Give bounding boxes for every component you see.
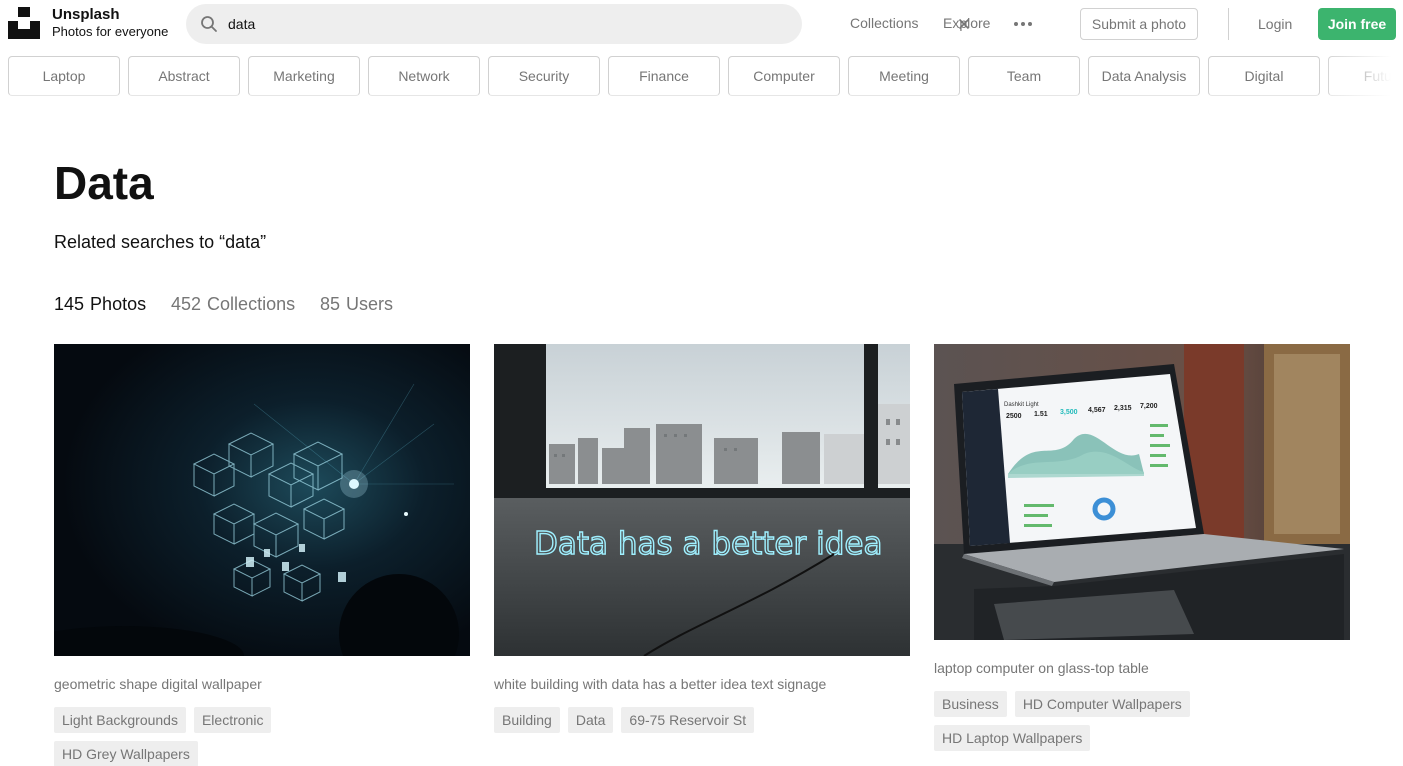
screen-stat: 7,200 (1140, 403, 1158, 410)
screen-stat: 3,500 (1060, 409, 1078, 416)
topic-chip[interactable]: Finance (608, 56, 720, 96)
photo-tag[interactable]: HD Computer Wallpapers (1014, 691, 1190, 717)
topic-chip[interactable]: Network (368, 56, 480, 96)
topic-chip[interactable]: Laptop (8, 56, 120, 96)
more-options-icon[interactable] (1012, 15, 1034, 33)
topic-chip[interactable]: Data Analysis (1088, 56, 1200, 96)
photo-tag[interactable]: 69-75 Reservoir St (621, 707, 755, 733)
photo-tags: Business HD Computer Wallpapers HD Lapto… (934, 691, 1234, 751)
photo-tag[interactable]: HD Laptop Wallpapers (934, 725, 1091, 751)
photo-tag[interactable]: Building (494, 707, 560, 733)
brand-name: Unsplash (52, 6, 120, 23)
topic-chip[interactable]: Meeting (848, 56, 960, 96)
photo-geometric[interactable] (54, 344, 470, 656)
screen-stat: 1.51 (1034, 411, 1048, 418)
join-free-button[interactable]: Join free (1318, 8, 1396, 40)
screen-stat: 4,567 (1088, 407, 1106, 414)
photo-tag[interactable]: HD Grey Wallpapers (54, 741, 198, 766)
search-bar (186, 4, 970, 44)
topic-chip[interactable]: Computer (728, 56, 840, 96)
photo-tags: Building Data 69-75 Reservoir St (494, 707, 794, 733)
search-icon[interactable] (200, 15, 218, 33)
photo-card: geometric shape digital wallpaper Light … (54, 344, 470, 766)
brand-tagline: Photos for everyone (52, 24, 169, 39)
page-title: Data (54, 157, 154, 209)
photo-tag[interactable]: Data (567, 707, 614, 733)
tab-count: 452 (171, 294, 202, 314)
tab-users[interactable]: 85 Users (320, 294, 393, 315)
brand[interactable]: Unsplash Photos for everyone (52, 7, 168, 38)
top-navbar: Unsplash Photos for everyone Collections… (0, 0, 1403, 48)
photo-tag[interactable]: Business (934, 691, 1007, 717)
unsplash-logo-icon[interactable] (8, 7, 40, 39)
search-input[interactable] (228, 12, 748, 36)
topic-chip[interactable]: Team (968, 56, 1080, 96)
photo-caption: geometric shape digital wallpaper (54, 676, 262, 692)
tab-label: Users (346, 294, 394, 314)
submit-photo-button[interactable]: Submit a photo (1080, 8, 1198, 40)
photo-card: Data has a better idea white building wi… (494, 344, 910, 733)
topic-chip[interactable]: Security (488, 56, 600, 96)
topic-chip[interactable]: Marketing (248, 56, 360, 96)
topic-chips: Laptop Abstract Marketing Network Securi… (8, 56, 1403, 96)
photo-card: Dashkit Light 2500 1.51 3,500 4,567 2,31… (934, 344, 1350, 751)
screen-stat: 2500 (1006, 413, 1022, 420)
nav-collections-link[interactable]: Collections (850, 15, 918, 31)
photo-tags: Light Backgrounds Electronic HD Grey Wal… (54, 707, 354, 766)
photo-caption: white building with data has a better id… (494, 676, 827, 692)
topic-chip[interactable]: Digital (1208, 56, 1320, 96)
login-link[interactable]: Login (1258, 16, 1292, 32)
tab-collections[interactable]: 452 Collections (171, 294, 295, 315)
tab-label: Collections (207, 294, 296, 314)
nav-explore-link[interactable]: Explore (943, 15, 990, 31)
screen-stat: 2,315 (1114, 405, 1132, 412)
photo-laptop[interactable]: Dashkit Light 2500 1.51 3,500 4,567 2,31… (934, 344, 1350, 640)
topic-chip[interactable]: Future (1328, 56, 1403, 96)
photo-tag[interactable]: Electronic (193, 707, 272, 733)
photo-caption: laptop computer on glass-top table (934, 660, 1149, 676)
related-searches: Related searches to “data” (54, 232, 267, 252)
photo-tag[interactable]: Light Backgrounds (54, 707, 186, 733)
tab-count: 145 (54, 294, 85, 314)
topic-chip[interactable]: Abstract (128, 56, 240, 96)
tab-label: Photos (90, 294, 147, 314)
tab-photos[interactable]: 145 Photos (54, 294, 146, 315)
screen-brand: Dashkit Light (1004, 402, 1039, 408)
photo-neon-sign[interactable]: Data has a better idea (494, 344, 910, 656)
tab-count: 85 (320, 294, 341, 314)
header-divider (1228, 8, 1229, 40)
